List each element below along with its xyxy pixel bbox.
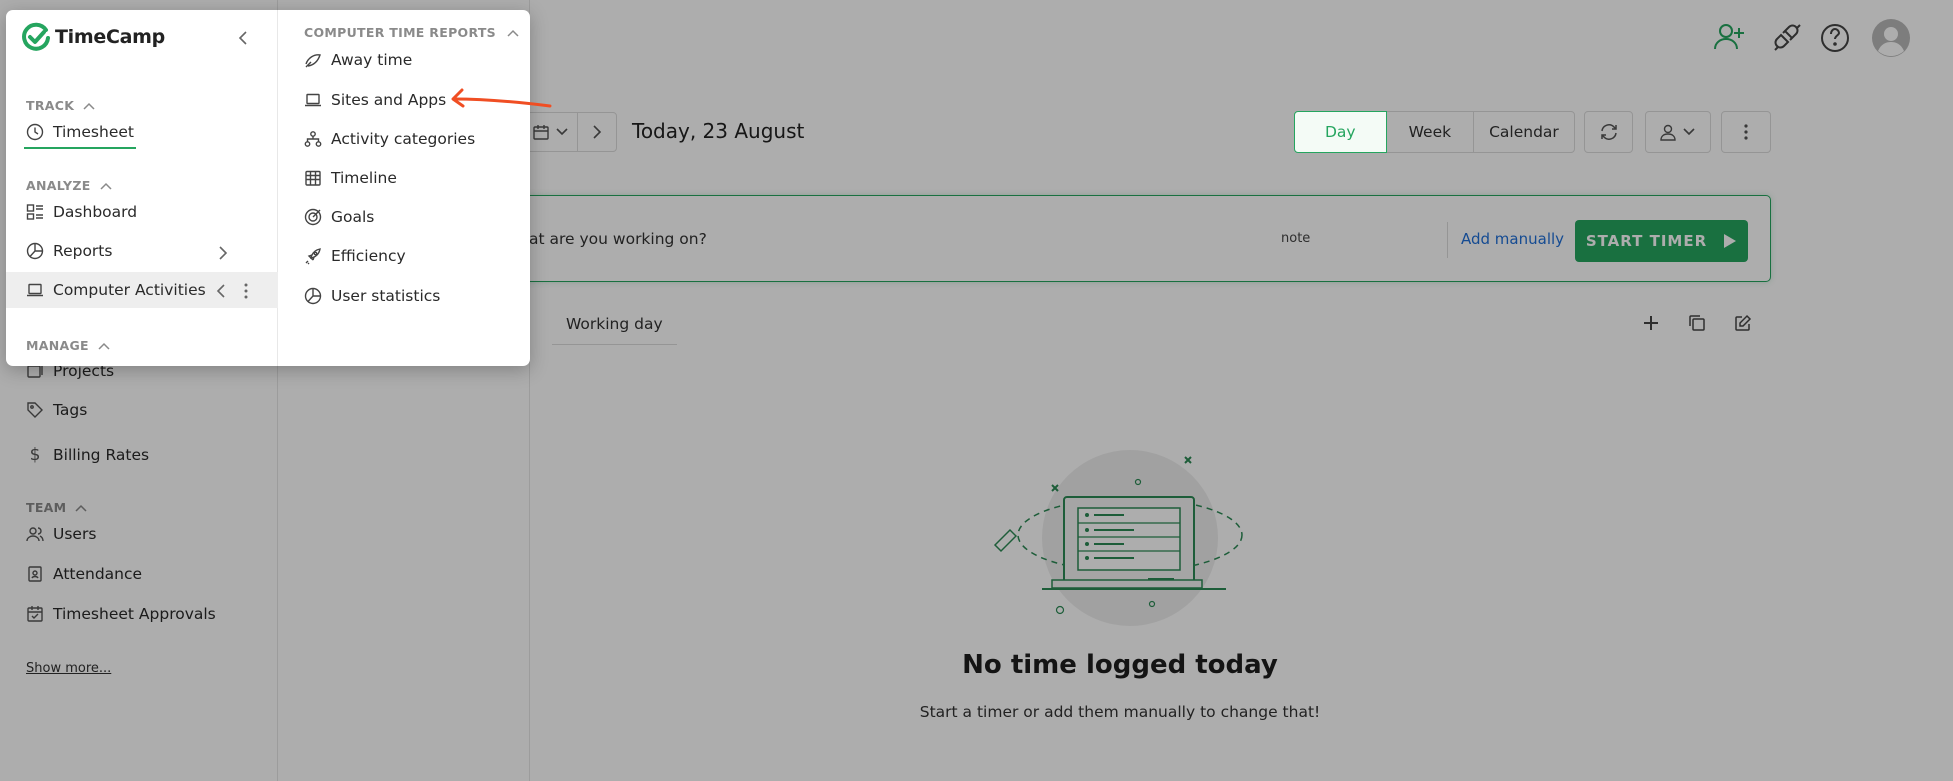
navigation-popup: TimeCamp TRACK Timesheet ANALYZE Dashboa…: [6, 10, 530, 366]
section-manage[interactable]: MANAGE: [26, 338, 111, 353]
sidebar-item-reports[interactable]: Reports: [26, 242, 112, 260]
hierarchy-icon: [304, 130, 322, 148]
sidebar-item-dashboard[interactable]: Dashboard: [26, 203, 137, 221]
submenu-item-activity-categories[interactable]: Activity categories: [304, 130, 475, 148]
chevron-left-icon: [216, 283, 226, 299]
pie-chart-icon: [304, 287, 322, 305]
away-icon: [304, 51, 322, 69]
annotation-arrow-icon: [446, 84, 554, 108]
clock-icon: [26, 123, 44, 141]
laptop-icon: [26, 281, 44, 299]
sidebar-item-label: Computer Activities: [53, 281, 206, 299]
chevron-up-icon: [97, 341, 111, 351]
submenu-item-goals[interactable]: Goals: [304, 208, 374, 226]
rocket-icon: [304, 247, 322, 265]
section-label: COMPUTER TIME REPORTS: [304, 25, 496, 40]
chevron-right-icon: [218, 245, 228, 261]
submenu-item-label: Timeline: [331, 169, 397, 187]
section-label: TRACK: [26, 98, 75, 113]
chevron-left-icon: [238, 30, 248, 46]
chevron-up-icon: [99, 181, 113, 191]
submenu-item-label: Efficiency: [331, 247, 406, 265]
sidebar-item-label: Reports: [53, 242, 113, 260]
chevron-up-icon: [82, 101, 96, 111]
computer-time-reports-menu: COMPUTER TIME REPORTS Away time Sites an…: [278, 10, 530, 366]
submenu-item-efficiency[interactable]: Efficiency: [304, 247, 406, 265]
sidebar-item-computer-activities[interactable]: Computer Activities: [26, 281, 206, 299]
collapse-menu-button[interactable]: [238, 30, 248, 46]
timecamp-logo[interactable]: TimeCamp: [21, 22, 165, 52]
pie-chart-icon: [26, 242, 44, 260]
section-label: MANAGE: [26, 338, 89, 353]
submenu-item-label: Away time: [331, 51, 413, 69]
more-vertical-icon: [244, 283, 248, 299]
computer-activities-collapse[interactable]: [216, 283, 226, 299]
submenu-item-user-statistics[interactable]: User statistics: [304, 287, 440, 305]
section-computer-time-reports[interactable]: COMPUTER TIME REPORTS: [304, 25, 520, 40]
submenu-item-label: User statistics: [331, 287, 441, 305]
section-track[interactable]: TRACK: [26, 98, 96, 113]
target-icon: [304, 208, 322, 226]
submenu-item-sites-and-apps[interactable]: Sites and Apps: [304, 91, 446, 109]
calendar-grid-icon: [304, 169, 322, 187]
view-day-button[interactable]: Day: [1294, 111, 1387, 153]
laptop-icon: [304, 91, 322, 109]
submenu-item-away-time[interactable]: Away time: [304, 51, 412, 69]
brand-name: TimeCamp: [55, 26, 165, 48]
active-indicator: [24, 147, 136, 149]
timecamp-logo-icon: [22, 22, 50, 51]
reports-expand-chevron[interactable]: [218, 245, 228, 261]
computer-activities-more[interactable]: [244, 283, 248, 299]
submenu-item-label: Activity categories: [331, 130, 476, 148]
chevron-up-icon: [506, 28, 520, 38]
section-analyze[interactable]: ANALYZE: [26, 178, 113, 193]
submenu-item-timeline[interactable]: Timeline: [304, 169, 397, 187]
sidebar-item-label: Timesheet: [53, 123, 134, 141]
popup-main-menu: TimeCamp TRACK Timesheet ANALYZE Dashboa…: [6, 10, 278, 366]
sidebar-item-label: Dashboard: [53, 203, 138, 221]
submenu-item-label: Goals: [331, 208, 375, 226]
dashboard-icon: [26, 203, 44, 221]
submenu-item-label: Sites and Apps: [331, 91, 447, 109]
section-label: ANALYZE: [26, 178, 91, 193]
sidebar-item-timesheet[interactable]: Timesheet: [26, 123, 134, 141]
